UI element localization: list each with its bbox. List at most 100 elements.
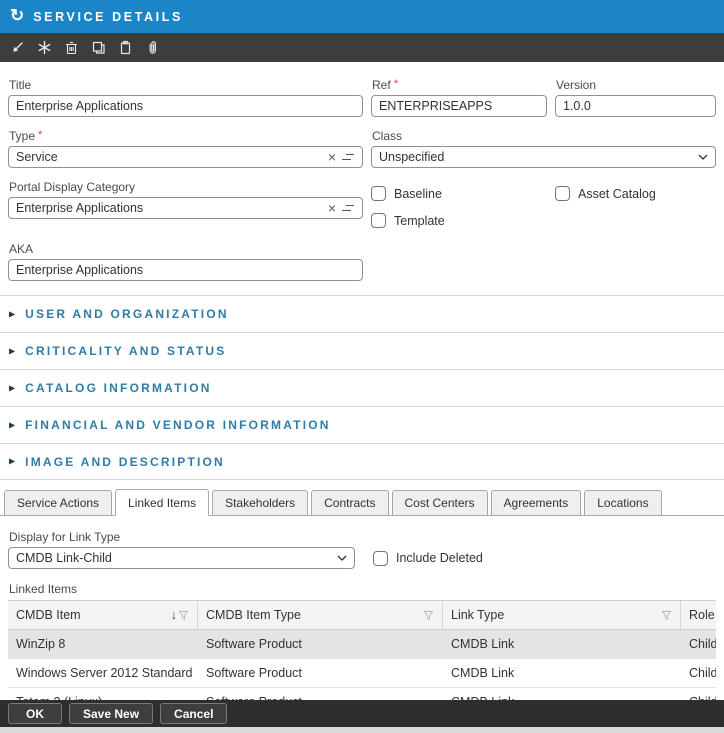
expand-arrow-icon: ▶ [9,457,15,466]
ref-field-group: Ref* [371,78,547,117]
filter-icon[interactable] [423,610,434,621]
type-value: Service [16,150,324,164]
table-row[interactable]: WinZip 8 Software Product CMDB Link Chil… [8,630,716,659]
cell-cmdb-item: Windows Server 2012 Standard [8,659,198,687]
copy-icon[interactable] [87,36,110,59]
type-label: Type [9,129,35,143]
column-header-cmdb-item-type[interactable]: CMDB Item Type [198,601,443,629]
tab-stakeholders[interactable]: Stakeholders [212,490,308,515]
tab-label: Locations [597,496,648,510]
ref-label: Ref [372,78,391,92]
checkbox-box[interactable] [371,186,386,201]
list-search-icon[interactable] [342,152,355,163]
link-type-select[interactable]: CMDB Link-Child [8,547,355,569]
tab-label: Contracts [324,496,375,510]
section-title: CRITICALITY AND STATUS [25,344,226,358]
baseline-label: Baseline [394,187,442,201]
chevron-down-icon [698,154,708,160]
filter-icon[interactable] [661,610,672,621]
checkbox-box[interactable] [371,213,386,228]
class-value: Unspecified [379,150,692,164]
portal-display-category-combo[interactable]: Enterprise Applications × [8,197,363,219]
aka-input[interactable] [8,259,363,281]
portal-display-category-value: Enterprise Applications [16,201,324,215]
section-image-and-description[interactable]: ▶ IMAGE AND DESCRIPTION [0,443,724,480]
tab-label: Agreements [504,496,569,510]
section-catalog-information[interactable]: ▶ CATALOG INFORMATION [0,369,724,406]
section-criticality-and-status[interactable]: ▶ CRITICALITY AND STATUS [0,332,724,369]
cancel-button[interactable]: Cancel [160,703,227,724]
tab-service-actions[interactable]: Service Actions [4,490,112,515]
column-header-role[interactable]: Role [681,601,716,629]
section-financial-and-vendor-information[interactable]: ▶ FINANCIAL AND VENDOR INFORMATION [0,406,724,443]
asset-catalog-checkbox[interactable]: Asset Catalog [555,186,716,201]
tab-label: Service Actions [17,496,99,510]
required-asterisk: * [394,78,398,90]
refresh-icon[interactable]: ↻ [10,7,24,24]
cell-role: Child [681,630,716,658]
include-deleted-label: Include Deleted [396,551,483,565]
type-combo[interactable]: Service × [8,146,363,168]
save-new-button[interactable]: Save New [69,703,153,724]
ok-button[interactable]: OK [8,703,62,724]
attachment-icon[interactable] [141,36,164,59]
column-header-link-type[interactable]: Link Type [443,601,681,629]
checkbox-box[interactable] [373,551,388,566]
title-input[interactable] [8,95,363,117]
column-label: Link Type [451,608,661,622]
tab-linked-items[interactable]: Linked Items [115,489,209,516]
expand-arrow-icon: ▶ [9,346,15,355]
section-user-and-organization[interactable]: ▶ USER AND ORGANIZATION [0,295,724,332]
column-label: CMDB Item Type [206,608,423,622]
collapsible-sections: ▶ USER AND ORGANIZATION ▶ CRITICALITY AN… [0,295,724,480]
portal-display-category-label: Portal Display Category [9,180,363,194]
paste-icon[interactable] [114,36,137,59]
expand-arrow-icon: ▶ [9,420,15,429]
clear-icon[interactable]: × [328,150,336,164]
class-field-group: Class Unspecified [371,129,716,168]
service-details-window: ↻ SERVICE DETAILS [0,0,724,733]
class-label: Class [372,129,716,143]
delete-icon[interactable] [60,36,83,59]
link-type-value: CMDB Link-Child [16,551,331,565]
collapse-icon[interactable] [6,36,29,59]
toolbar [0,33,724,62]
baseline-checkbox[interactable]: Baseline [371,186,547,201]
tab-contracts[interactable]: Contracts [311,490,388,515]
tab-label: Stakeholders [225,496,295,510]
clear-icon[interactable]: × [328,201,336,215]
cell-link-type: CMDB Link [443,659,681,687]
template-checkbox[interactable]: Template [371,213,547,228]
version-input[interactable] [555,95,716,117]
freeze-icon[interactable] [33,36,56,59]
template-label: Template [394,214,445,228]
table-row[interactable]: Windows Server 2012 Standard Software Pr… [8,659,716,688]
type-field-group: Type* Service × [8,129,363,168]
tab-locations[interactable]: Locations [584,490,661,515]
title-field-group: Title [8,78,363,117]
cell-cmdb-item-type: Software Product [198,659,443,687]
cell-cmdb-item-type: Software Product [198,630,443,658]
section-title: FINANCIAL AND VENDOR INFORMATION [25,418,331,432]
cell-role: Child [681,659,716,687]
tab-agreements[interactable]: Agreements [491,490,582,515]
section-title: IMAGE AND DESCRIPTION [25,455,225,469]
tab-label: Linked Items [128,496,196,510]
sort-descending-icon[interactable]: ↓ [171,608,177,622]
list-search-icon[interactable] [342,203,355,214]
expand-arrow-icon: ▶ [9,309,15,318]
title-label: Title [9,78,363,92]
checkbox-box[interactable] [555,186,570,201]
display-for-link-type-label: Display for Link Type [9,530,716,544]
chevron-down-icon [337,555,347,561]
page-title: SERVICE DETAILS [33,10,183,24]
filter-icon[interactable] [178,610,189,621]
tab-cost-centers[interactable]: Cost Centers [392,490,488,515]
window-bottom-edge [0,727,724,733]
include-deleted-checkbox[interactable]: Include Deleted [373,551,483,566]
class-select[interactable]: Unspecified [371,146,716,168]
column-label: CMDB Item [16,608,171,622]
column-header-cmdb-item[interactable]: CMDB Item ↓ [8,601,198,629]
aka-label: AKA [9,242,363,256]
ref-input[interactable] [371,95,547,117]
